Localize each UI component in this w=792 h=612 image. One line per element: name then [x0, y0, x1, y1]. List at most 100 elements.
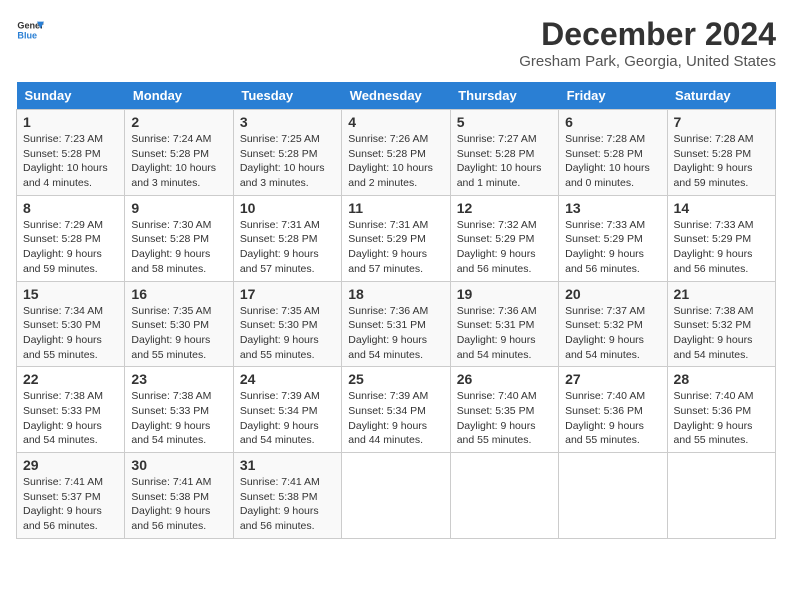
day-info: Sunrise: 7:23 AMSunset: 5:28 PMDaylight:…	[23, 132, 118, 191]
day-info: Sunrise: 7:33 AMSunset: 5:29 PMDaylight:…	[565, 218, 660, 277]
day-number: 12	[457, 200, 552, 216]
day-cell: 11 Sunrise: 7:31 AMSunset: 5:29 PMDaylig…	[342, 195, 450, 281]
day-info: Sunrise: 7:31 AMSunset: 5:29 PMDaylight:…	[348, 218, 443, 277]
day-number: 23	[131, 371, 226, 387]
day-number: 6	[565, 114, 660, 130]
day-cell: 14 Sunrise: 7:33 AMSunset: 5:29 PMDaylig…	[667, 195, 775, 281]
day-number: 27	[565, 371, 660, 387]
day-cell: 4 Sunrise: 7:26 AMSunset: 5:28 PMDayligh…	[342, 110, 450, 196]
day-number: 10	[240, 200, 335, 216]
day-cell: 26 Sunrise: 7:40 AMSunset: 5:35 PMDaylig…	[450, 367, 558, 453]
day-info: Sunrise: 7:27 AMSunset: 5:28 PMDaylight:…	[457, 132, 552, 191]
day-cell: 19 Sunrise: 7:36 AMSunset: 5:31 PMDaylig…	[450, 281, 558, 367]
day-info: Sunrise: 7:38 AMSunset: 5:33 PMDaylight:…	[23, 389, 118, 448]
day-number: 2	[131, 114, 226, 130]
day-number: 19	[457, 286, 552, 302]
day-info: Sunrise: 7:31 AMSunset: 5:28 PMDaylight:…	[240, 218, 335, 277]
day-cell	[667, 453, 775, 539]
day-number: 17	[240, 286, 335, 302]
day-info: Sunrise: 7:41 AMSunset: 5:37 PMDaylight:…	[23, 475, 118, 534]
day-info: Sunrise: 7:30 AMSunset: 5:28 PMDaylight:…	[131, 218, 226, 277]
day-number: 18	[348, 286, 443, 302]
week-row-3: 15 Sunrise: 7:34 AMSunset: 5:30 PMDaylig…	[17, 281, 776, 367]
day-info: Sunrise: 7:39 AMSunset: 5:34 PMDaylight:…	[240, 389, 335, 448]
day-number: 5	[457, 114, 552, 130]
day-number: 7	[674, 114, 769, 130]
day-number: 26	[457, 371, 552, 387]
day-number: 22	[23, 371, 118, 387]
day-cell: 2 Sunrise: 7:24 AMSunset: 5:28 PMDayligh…	[125, 110, 233, 196]
title-block: December 2024 Gresham Park, Georgia, Uni…	[519, 16, 776, 70]
day-info: Sunrise: 7:26 AMSunset: 5:28 PMDaylight:…	[348, 132, 443, 191]
day-cell: 16 Sunrise: 7:35 AMSunset: 5:30 PMDaylig…	[125, 281, 233, 367]
header-tuesday: Tuesday	[233, 82, 341, 110]
day-cell: 12 Sunrise: 7:32 AMSunset: 5:29 PMDaylig…	[450, 195, 558, 281]
day-cell: 24 Sunrise: 7:39 AMSunset: 5:34 PMDaylig…	[233, 367, 341, 453]
header-sunday: Sunday	[17, 82, 125, 110]
day-info: Sunrise: 7:40 AMSunset: 5:36 PMDaylight:…	[565, 389, 660, 448]
page-header: General Blue December 2024 Gresham Park,…	[16, 16, 776, 70]
day-number: 14	[674, 200, 769, 216]
logo: General Blue	[16, 16, 44, 44]
day-cell: 17 Sunrise: 7:35 AMSunset: 5:30 PMDaylig…	[233, 281, 341, 367]
day-cell: 18 Sunrise: 7:36 AMSunset: 5:31 PMDaylig…	[342, 281, 450, 367]
day-info: Sunrise: 7:25 AMSunset: 5:28 PMDaylight:…	[240, 132, 335, 191]
day-number: 3	[240, 114, 335, 130]
day-number: 16	[131, 286, 226, 302]
day-cell: 13 Sunrise: 7:33 AMSunset: 5:29 PMDaylig…	[559, 195, 667, 281]
week-row-5: 29 Sunrise: 7:41 AMSunset: 5:37 PMDaylig…	[17, 453, 776, 539]
logo-icon: General Blue	[16, 16, 44, 44]
week-row-1: 1 Sunrise: 7:23 AMSunset: 5:28 PMDayligh…	[17, 110, 776, 196]
day-cell: 9 Sunrise: 7:30 AMSunset: 5:28 PMDayligh…	[125, 195, 233, 281]
day-info: Sunrise: 7:39 AMSunset: 5:34 PMDaylight:…	[348, 389, 443, 448]
day-number: 15	[23, 286, 118, 302]
day-info: Sunrise: 7:28 AMSunset: 5:28 PMDaylight:…	[565, 132, 660, 191]
day-info: Sunrise: 7:28 AMSunset: 5:28 PMDaylight:…	[674, 132, 769, 191]
day-info: Sunrise: 7:41 AMSunset: 5:38 PMDaylight:…	[131, 475, 226, 534]
month-title: December 2024	[519, 16, 776, 53]
day-cell	[559, 453, 667, 539]
day-number: 29	[23, 457, 118, 473]
svg-text:Blue: Blue	[17, 30, 37, 40]
day-cell: 29 Sunrise: 7:41 AMSunset: 5:37 PMDaylig…	[17, 453, 125, 539]
day-cell: 28 Sunrise: 7:40 AMSunset: 5:36 PMDaylig…	[667, 367, 775, 453]
header-monday: Monday	[125, 82, 233, 110]
day-cell: 25 Sunrise: 7:39 AMSunset: 5:34 PMDaylig…	[342, 367, 450, 453]
day-cell: 20 Sunrise: 7:37 AMSunset: 5:32 PMDaylig…	[559, 281, 667, 367]
day-info: Sunrise: 7:40 AMSunset: 5:35 PMDaylight:…	[457, 389, 552, 448]
header-friday: Friday	[559, 82, 667, 110]
day-info: Sunrise: 7:37 AMSunset: 5:32 PMDaylight:…	[565, 304, 660, 363]
day-number: 20	[565, 286, 660, 302]
day-info: Sunrise: 7:35 AMSunset: 5:30 PMDaylight:…	[131, 304, 226, 363]
day-cell: 21 Sunrise: 7:38 AMSunset: 5:32 PMDaylig…	[667, 281, 775, 367]
day-number: 24	[240, 371, 335, 387]
day-number: 8	[23, 200, 118, 216]
day-info: Sunrise: 7:36 AMSunset: 5:31 PMDaylight:…	[348, 304, 443, 363]
day-number: 30	[131, 457, 226, 473]
day-info: Sunrise: 7:32 AMSunset: 5:29 PMDaylight:…	[457, 218, 552, 277]
day-cell: 30 Sunrise: 7:41 AMSunset: 5:38 PMDaylig…	[125, 453, 233, 539]
day-number: 13	[565, 200, 660, 216]
calendar-table: SundayMondayTuesdayWednesdayThursdayFrid…	[16, 82, 776, 539]
day-info: Sunrise: 7:41 AMSunset: 5:38 PMDaylight:…	[240, 475, 335, 534]
day-number: 4	[348, 114, 443, 130]
day-cell: 5 Sunrise: 7:27 AMSunset: 5:28 PMDayligh…	[450, 110, 558, 196]
day-cell: 27 Sunrise: 7:40 AMSunset: 5:36 PMDaylig…	[559, 367, 667, 453]
day-cell: 31 Sunrise: 7:41 AMSunset: 5:38 PMDaylig…	[233, 453, 341, 539]
calendar-header-row: SundayMondayTuesdayWednesdayThursdayFrid…	[17, 82, 776, 110]
day-info: Sunrise: 7:38 AMSunset: 5:33 PMDaylight:…	[131, 389, 226, 448]
day-cell: 15 Sunrise: 7:34 AMSunset: 5:30 PMDaylig…	[17, 281, 125, 367]
day-number: 28	[674, 371, 769, 387]
day-cell: 22 Sunrise: 7:38 AMSunset: 5:33 PMDaylig…	[17, 367, 125, 453]
day-info: Sunrise: 7:38 AMSunset: 5:32 PMDaylight:…	[674, 304, 769, 363]
day-info: Sunrise: 7:34 AMSunset: 5:30 PMDaylight:…	[23, 304, 118, 363]
day-number: 31	[240, 457, 335, 473]
location-subtitle: Gresham Park, Georgia, United States	[519, 53, 776, 70]
day-cell: 8 Sunrise: 7:29 AMSunset: 5:28 PMDayligh…	[17, 195, 125, 281]
week-row-2: 8 Sunrise: 7:29 AMSunset: 5:28 PMDayligh…	[17, 195, 776, 281]
day-cell: 1 Sunrise: 7:23 AMSunset: 5:28 PMDayligh…	[17, 110, 125, 196]
day-cell: 3 Sunrise: 7:25 AMSunset: 5:28 PMDayligh…	[233, 110, 341, 196]
header-saturday: Saturday	[667, 82, 775, 110]
day-cell: 23 Sunrise: 7:38 AMSunset: 5:33 PMDaylig…	[125, 367, 233, 453]
header-thursday: Thursday	[450, 82, 558, 110]
